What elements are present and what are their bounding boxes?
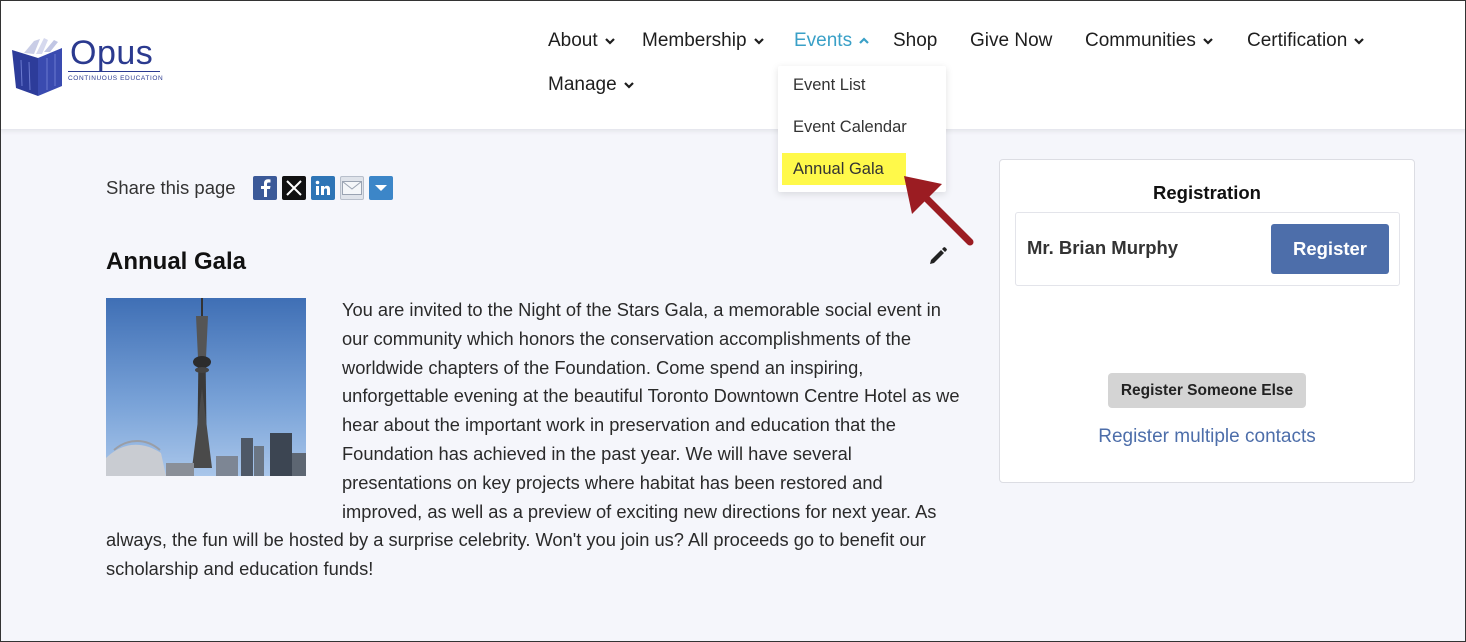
register-button[interactable]: Register — [1271, 224, 1389, 274]
chevron-down-icon — [753, 38, 764, 45]
chevron-up-icon — [859, 37, 869, 44]
menu-item-event-list[interactable]: Event List — [793, 76, 865, 95]
article-body: You are invited to the Night of the Star… — [106, 296, 961, 584]
email-icon[interactable] — [340, 176, 364, 200]
registration-title: Registration — [1153, 182, 1261, 203]
nav-item-give-now[interactable]: Give Now — [970, 30, 1052, 52]
brand-name[interactable]: Opus — [70, 36, 153, 70]
nav-item-events[interactable]: Events — [794, 30, 870, 52]
image-float-spacer — [106, 296, 342, 512]
chevron-down-icon — [623, 82, 634, 89]
nav-item-certification[interactable]: Certification — [1247, 30, 1365, 52]
site-header: Opus CONTINUOUS EDUCATION About Membersh… — [0, 0, 1466, 130]
chevron-down-icon — [1354, 38, 1365, 45]
nav-item-label: About — [548, 30, 598, 51]
register-someone-else-button[interactable]: Register Someone Else — [1108, 373, 1306, 408]
nav-item-manage[interactable]: Manage — [548, 74, 635, 96]
register-multiple-contacts-link[interactable]: Register multiple contacts — [1000, 426, 1414, 448]
pencil-edit-icon[interactable] — [928, 246, 948, 266]
share-label: Share this page — [106, 177, 236, 198]
menu-item-annual-gala[interactable]: Annual Gala — [793, 160, 884, 179]
nav-item-label: Certification — [1247, 30, 1348, 51]
registration-panel: Registration Mr. Brian Murphy Register R… — [999, 159, 1415, 483]
registrant-name: Mr. Brian Murphy — [1027, 237, 1179, 258]
chevron-down-icon — [604, 38, 615, 45]
callout-arrow-icon — [904, 176, 974, 246]
more-share-icon[interactable] — [369, 176, 393, 200]
facebook-icon[interactable] — [253, 176, 277, 200]
nav-item-shop[interactable]: Shop — [893, 30, 937, 52]
nav-item-membership[interactable]: Membership — [642, 30, 765, 52]
menu-item-event-calendar[interactable]: Event Calendar — [793, 118, 907, 137]
nav-item-label: Give Now — [970, 30, 1053, 51]
nav-item-label: Membership — [642, 30, 747, 51]
nav-item-label: Communities — [1085, 30, 1196, 51]
nav-item-communities[interactable]: Communities — [1085, 30, 1214, 52]
linkedin-icon[interactable] — [311, 176, 335, 200]
nav-item-about[interactable]: About — [548, 30, 616, 52]
nav-item-label: Manage — [548, 74, 617, 95]
page-title: Annual Gala — [106, 248, 247, 275]
x-icon[interactable] — [282, 176, 306, 200]
brand-tagline: CONTINUOUS EDUCATION — [68, 75, 164, 82]
registrant-row: Mr. Brian Murphy Register — [1015, 212, 1400, 286]
brand-underline — [68, 71, 160, 72]
nav-item-label: Shop — [893, 30, 938, 51]
chevron-down-icon — [1203, 38, 1213, 45]
nav-item-label: Events — [794, 30, 853, 51]
